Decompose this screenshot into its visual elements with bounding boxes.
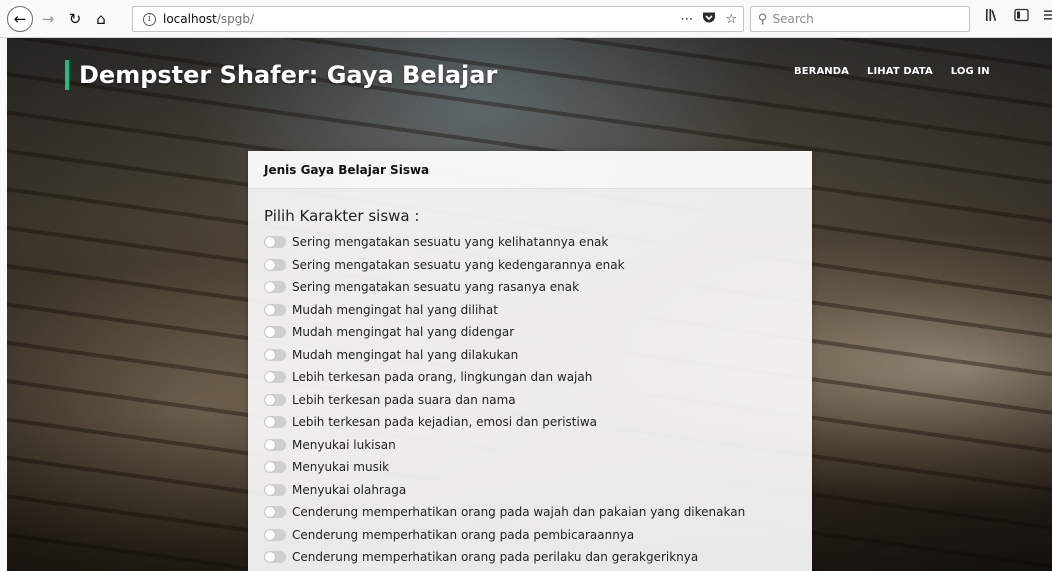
card-body: Pilih Karakter siswa : Sering mengatakan… — [248, 189, 812, 569]
nav-link-lihat-data[interactable]: LIHAT DATA — [867, 66, 933, 77]
forward-arrow-icon[interactable]: → — [36, 7, 60, 31]
back-arrow-icon[interactable]: ← — [7, 5, 33, 32]
browser-toolbar: ← → ↻ ⌂ i localhost/spgb/ ⋯ ☆ ⚲ — [0, 0, 1052, 38]
toggle-switch[interactable] — [264, 281, 286, 294]
toggle-switch[interactable] — [264, 416, 286, 429]
home-icon[interactable]: ⌂ — [89, 7, 113, 31]
option-label: Lebih terkesan pada suara dan nama — [292, 392, 516, 407]
search-input[interactable] — [772, 12, 953, 26]
top-navigation: BERANDA LIHAT DATA LOG IN — [794, 66, 1008, 77]
toggle-switch[interactable] — [264, 483, 286, 496]
toggle-switch[interactable] — [264, 371, 286, 384]
toggle-switch[interactable] — [264, 236, 286, 249]
hamburger-menu-icon[interactable] — [1043, 8, 1052, 26]
option-label: Sering mengatakan sesuatu yang kedengara… — [292, 257, 625, 272]
site-brand[interactable]: Dempster Shafer: Gaya Belajar — [65, 60, 497, 90]
character-option[interactable]: Cenderung memperhatikan orang pada peril… — [264, 546, 812, 569]
option-label: Cenderung memperhatikan orang pada pembi… — [292, 527, 635, 542]
toggle-switch[interactable] — [264, 326, 286, 339]
option-label: Menyukai olahraga — [292, 482, 407, 497]
option-label: Cenderung memperhatikan orang pada wajah… — [292, 505, 746, 520]
library-icon[interactable] — [985, 8, 1000, 26]
learning-style-card: Jenis Gaya Belajar Siswa Pilih Karakter … — [248, 151, 812, 571]
page-viewport: Dempster Shafer: Gaya Belajar BERANDA LI… — [7, 38, 1052, 571]
sidebar-icon[interactable] — [1014, 8, 1029, 26]
toggle-switch[interactable] — [264, 461, 286, 474]
card-title: Jenis Gaya Belajar Siswa — [248, 151, 812, 189]
toggle-switch[interactable] — [264, 438, 286, 451]
character-option[interactable]: Menyukai olahraga — [264, 479, 812, 502]
character-options-list: Sering mengatakan sesuatu yang kelihatan… — [264, 231, 812, 569]
nav-link-log-in[interactable]: LOG IN — [951, 66, 990, 77]
more-actions-icon[interactable]: ⋯ — [680, 12, 693, 27]
url-text[interactable]: localhost/spgb/ — [163, 12, 254, 26]
character-option[interactable]: Lebih terkesan pada suara dan nama — [264, 389, 812, 412]
character-option[interactable]: Sering mengatakan sesuatu yang kedengara… — [264, 254, 812, 277]
reload-icon[interactable]: ↻ — [63, 7, 87, 31]
bookmark-star-icon[interactable]: ☆ — [725, 12, 737, 27]
character-option[interactable]: Cenderung memperhatikan orang pada pembi… — [264, 524, 812, 547]
url-actions: ⋯ ☆ — [680, 11, 737, 28]
info-icon[interactable]: i — [143, 12, 156, 26]
option-label: Mudah mengingat hal yang didengar — [292, 325, 515, 340]
character-option[interactable]: Menyukai musik — [264, 456, 812, 479]
section-title: Pilih Karakter siswa : — [264, 207, 420, 225]
nav-link-beranda[interactable]: BERANDA — [794, 66, 849, 77]
toggle-switch[interactable] — [264, 393, 286, 406]
url-bar[interactable]: i localhost/spgb/ ⋯ ☆ — [132, 6, 744, 32]
character-option[interactable]: Lebih terkesan pada kejadian, emosi dan … — [264, 411, 812, 434]
option-label: Menyukai lukisan — [292, 437, 396, 452]
option-label: Lebih terkesan pada kejadian, emosi dan … — [292, 415, 597, 430]
browser-right-tools — [985, 8, 1052, 26]
url-host: localhost — [163, 12, 217, 26]
character-option[interactable]: Lebih terkesan pada orang, lingkungan da… — [264, 366, 812, 389]
option-label: Sering mengatakan sesuatu yang rasanya e… — [292, 280, 580, 295]
character-option[interactable]: Mudah mengingat hal yang dilakukan — [264, 344, 812, 367]
option-label: Cenderung memperhatikan orang pada peril… — [292, 550, 699, 565]
character-option[interactable]: Sering mengatakan sesuatu yang kelihatan… — [264, 231, 812, 254]
toggle-switch[interactable] — [264, 258, 286, 271]
option-label: Lebih terkesan pada orang, lingkungan da… — [292, 370, 593, 385]
character-option[interactable]: Cenderung memperhatikan orang pada wajah… — [264, 501, 812, 524]
option-label: Mudah mengingat hal yang dilakukan — [292, 347, 519, 362]
option-label: Sering mengatakan sesuatu yang kelihatan… — [292, 235, 609, 250]
character-option[interactable]: Mudah mengingat hal yang didengar — [264, 321, 812, 344]
character-option[interactable]: Menyukai lukisan — [264, 434, 812, 457]
search-box[interactable]: ⚲ — [750, 6, 970, 32]
option-label: Menyukai musik — [292, 460, 390, 475]
toggle-switch[interactable] — [264, 303, 286, 316]
character-option[interactable]: Sering mengatakan sesuatu yang rasanya e… — [264, 276, 812, 299]
url-path: /spgb/ — [216, 12, 255, 26]
pocket-icon[interactable] — [702, 11, 716, 28]
character-option[interactable]: Mudah mengingat hal yang dilihat — [264, 299, 812, 322]
search-icon: ⚲ — [758, 11, 768, 27]
toggle-switch[interactable] — [264, 551, 286, 564]
toggle-switch[interactable] — [264, 528, 286, 541]
option-label: Mudah mengingat hal yang dilihat — [292, 302, 498, 317]
toggle-switch[interactable] — [264, 348, 286, 361]
toggle-switch[interactable] — [264, 506, 286, 519]
